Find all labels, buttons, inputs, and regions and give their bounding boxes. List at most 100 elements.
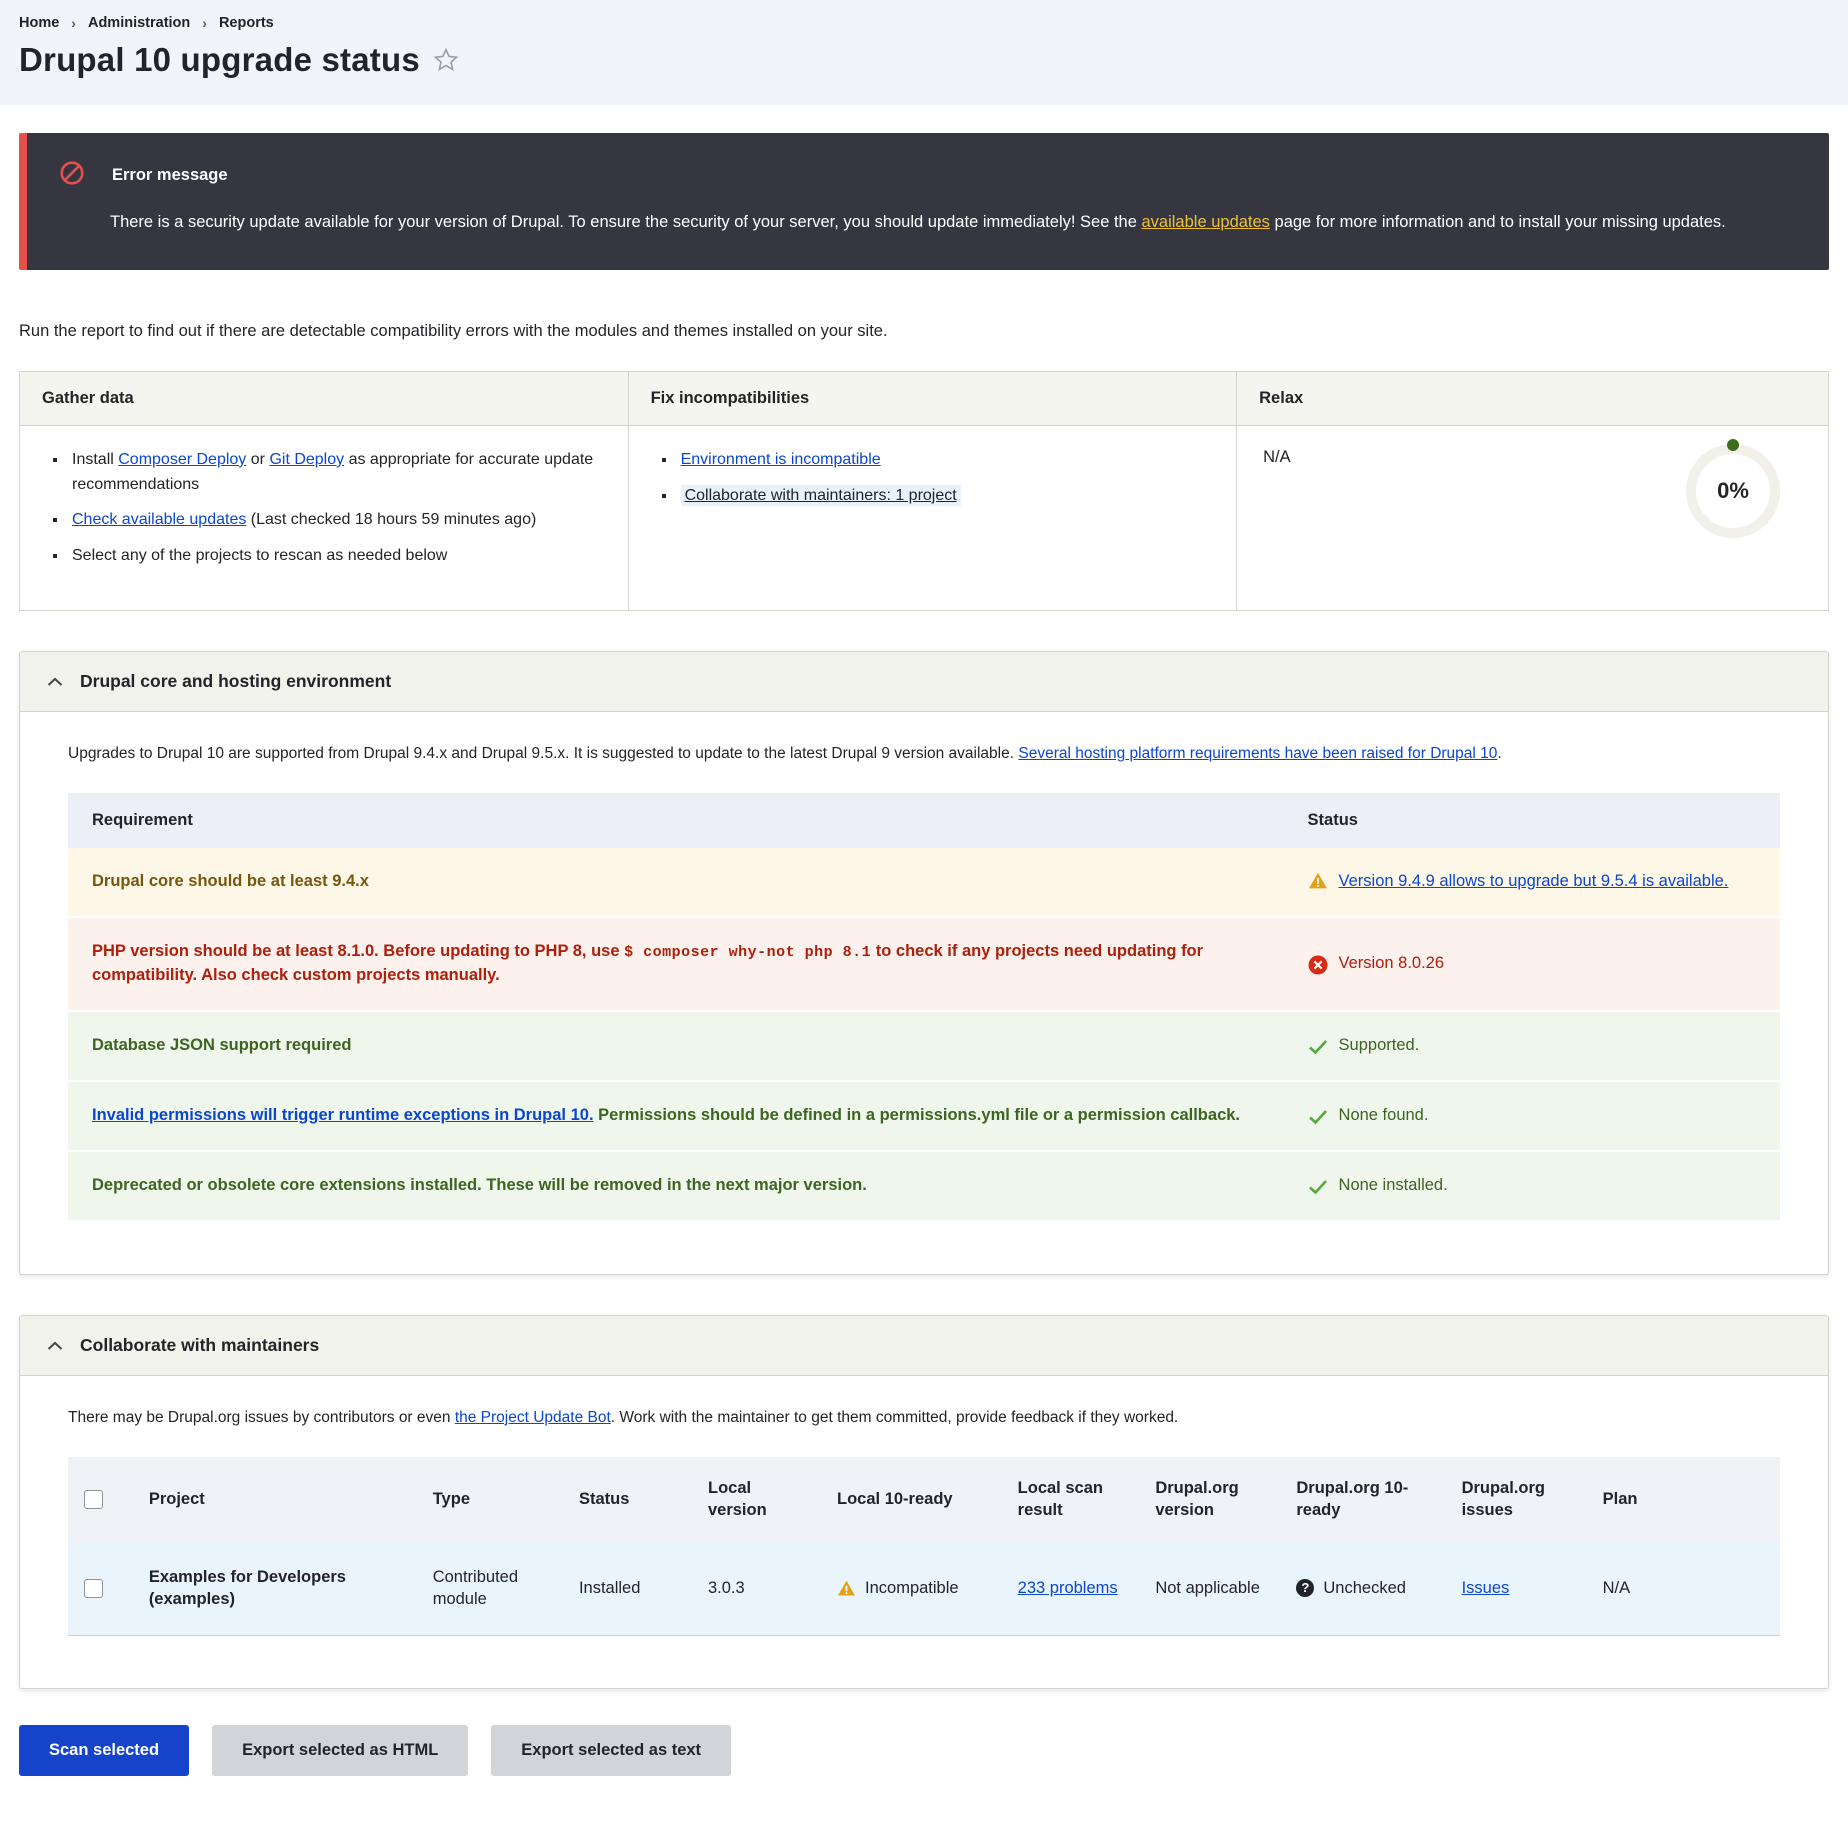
report-intro-text: Run the report to find out if there are … — [19, 322, 1829, 341]
requirement-invalid-permissions: Invalid permissions will trigger runtime… — [68, 1081, 1284, 1151]
collaborate-panel-title: Collaborate with maintainers — [80, 1335, 319, 1356]
page-header: Home › Administration › Reports Drupal 1… — [0, 0, 1848, 105]
gather-item-select-projects: Select any of the projects to rescan as … — [68, 544, 602, 569]
permissions-status: None found. — [1339, 1104, 1429, 1128]
status-column-header: Status — [1284, 793, 1780, 848]
export-html-button[interactable]: Export selected as HTML — [212, 1725, 468, 1776]
status-column-header: Status — [567, 1457, 696, 1542]
composer-deploy-link[interactable]: Composer Deploy — [118, 451, 246, 468]
hosting-requirements-link[interactable]: Several hosting platform requirements ha… — [1018, 745, 1497, 762]
collaborate-panel: Collaborate with maintainers There may b… — [19, 1315, 1829, 1689]
core-environment-panel: Drupal core and hosting environment Upgr… — [19, 651, 1829, 1275]
requirement-column-header: Requirement — [68, 793, 1284, 848]
project-name: Examples for Developers (examples) — [137, 1542, 421, 1635]
warning-icon — [837, 1580, 856, 1597]
table-row: Deprecated or obsolete core extensions i… — [68, 1151, 1780, 1221]
project-drupal-org-issues: Issues — [1450, 1542, 1591, 1635]
export-text-button[interactable]: Export selected as text — [491, 1725, 731, 1776]
breadcrumb-separator: › — [202, 15, 207, 31]
table-row: Invalid permissions will trigger runtime… — [68, 1081, 1780, 1151]
row-select-cell — [68, 1542, 137, 1635]
row-select-checkbox[interactable] — [84, 1579, 103, 1598]
upgrade-steps-table: Gather data Fix incompatibilities Relax … — [19, 371, 1829, 611]
project-local-10-ready: Incompatible — [825, 1542, 1006, 1635]
scan-problems-link[interactable]: 233 problems — [1018, 1579, 1118, 1597]
ban-icon — [59, 160, 85, 191]
check-icon — [1308, 1179, 1328, 1195]
select-all-checkbox[interactable] — [84, 1490, 103, 1509]
requirement-database-json: Database JSON support required — [68, 1011, 1284, 1081]
core-environment-intro: Upgrades to Drupal 10 are supported from… — [68, 742, 1780, 765]
check-available-updates-link[interactable]: Check available updates — [72, 511, 246, 528]
progress-percent: 0% — [1717, 478, 1749, 504]
requirement-core-version: Drupal core should be at least 9.4.x — [68, 848, 1284, 917]
invalid-permissions-link[interactable]: Invalid permissions will trigger runtime… — [92, 1106, 594, 1124]
form-actions: Scan selected Export selected as HTML Ex… — [19, 1725, 1829, 1776]
error-message-banner: Error message There is a security update… — [19, 133, 1829, 270]
select-all-header-cell — [68, 1457, 137, 1542]
local-version-column-header: Local version — [696, 1457, 825, 1542]
breadcrumb-administration[interactable]: Administration — [88, 15, 190, 31]
error-banner-text: There is a security update available for… — [110, 208, 1785, 237]
core-version-status-link[interactable]: Version 9.4.9 allows to upgrade but 9.5.… — [1339, 870, 1729, 894]
project-type: Contributed module — [421, 1542, 567, 1635]
local-10-ready-column-header: Local 10-ready — [825, 1457, 1006, 1542]
project-update-bot-link[interactable]: the Project Update Bot — [455, 1409, 611, 1426]
requirements-table: Requirement Status Drupal core should be… — [68, 793, 1780, 1222]
available-updates-link[interactable]: available updates — [1142, 213, 1270, 231]
git-deploy-link[interactable]: Git Deploy — [269, 451, 344, 468]
gather-data-cell: Install Composer Deploy or Git Deploy as… — [20, 426, 629, 610]
relax-value: N/A — [1263, 448, 1291, 467]
error-banner-title: Error message — [112, 166, 228, 185]
fix-item-collaborate: Collaborate with maintainers: 1 project — [677, 484, 1211, 509]
project-status: Installed — [567, 1542, 696, 1635]
gather-item-check-updates: Check available updates (Last checked 18… — [68, 508, 602, 533]
breadcrumb-separator: › — [71, 15, 76, 31]
collaborate-intro: There may be Drupal.org issues by contri… — [68, 1406, 1780, 1429]
project-column-header: Project — [137, 1457, 421, 1542]
deprecated-extensions-status: None installed. — [1339, 1174, 1448, 1198]
collaborate-panel-header[interactable]: Collaborate with maintainers — [20, 1316, 1828, 1376]
table-row: Examples for Developers (examples) Contr… — [68, 1542, 1780, 1635]
plan-column-header: Plan — [1591, 1457, 1780, 1542]
php-version-status: Version 8.0.26 — [1339, 952, 1445, 976]
type-column-header: Type — [421, 1457, 567, 1542]
table-row: PHP version should be at least 8.1.0. Be… — [68, 917, 1780, 1011]
environment-incompatible-link[interactable]: Environment is incompatible — [681, 451, 881, 468]
bookmark-star-icon[interactable] — [432, 46, 460, 74]
relax-header: Relax — [1237, 372, 1828, 426]
project-plan: N/A — [1591, 1542, 1780, 1635]
project-local-version: 3.0.3 — [696, 1542, 825, 1635]
issues-link[interactable]: Issues — [1462, 1579, 1510, 1597]
error-icon — [1308, 955, 1328, 975]
collaborate-maintainers-link[interactable]: Collaborate with maintainers: 1 project — [681, 485, 961, 506]
project-local-scan-result: 233 problems — [1006, 1542, 1144, 1635]
fix-incompatibilities-header: Fix incompatibilities — [629, 372, 1238, 426]
project-drupal-org-10-ready: ? Unchecked — [1284, 1542, 1449, 1635]
fix-incompatibilities-cell: Environment is incompatible Collaborate … — [629, 426, 1238, 610]
projects-table: Project Type Status Local version Local … — [68, 1457, 1780, 1635]
progress-dot — [1727, 439, 1739, 451]
project-drupal-org-version: Not applicable — [1143, 1542, 1284, 1635]
breadcrumb-reports[interactable]: Reports — [219, 15, 274, 31]
chevron-up-icon — [47, 1335, 63, 1356]
gather-data-header: Gather data — [20, 372, 629, 426]
local-scan-result-column-header: Local scan result — [1006, 1457, 1144, 1542]
breadcrumb-home[interactable]: Home — [19, 15, 59, 31]
question-mark-icon: ? — [1296, 1579, 1314, 1597]
page-title: Drupal 10 upgrade status — [19, 41, 420, 79]
composer-command-code: $ composer why-not php 8.1 — [624, 944, 871, 961]
breadcrumb: Home › Administration › Reports — [19, 15, 1829, 31]
check-icon — [1308, 1109, 1328, 1125]
drupal-org-version-column-header: Drupal.org version — [1143, 1457, 1284, 1542]
drupal-org-10-ready-column-header: Drupal.org 10-ready — [1284, 1457, 1449, 1542]
table-row: Drupal core should be at least 9.4.x Ver… — [68, 848, 1780, 917]
relax-cell: N/A 0% — [1237, 426, 1828, 610]
gather-item-install: Install Composer Deploy or Git Deploy as… — [68, 448, 602, 498]
requirement-php-version: PHP version should be at least 8.1.0. Be… — [68, 917, 1284, 1011]
warning-icon — [1308, 872, 1328, 890]
requirement-deprecated-extensions: Deprecated or obsolete core extensions i… — [68, 1151, 1284, 1221]
scan-selected-button[interactable]: Scan selected — [19, 1725, 189, 1776]
core-environment-panel-header[interactable]: Drupal core and hosting environment — [20, 652, 1828, 712]
fix-item-environment: Environment is incompatible — [677, 448, 1211, 473]
